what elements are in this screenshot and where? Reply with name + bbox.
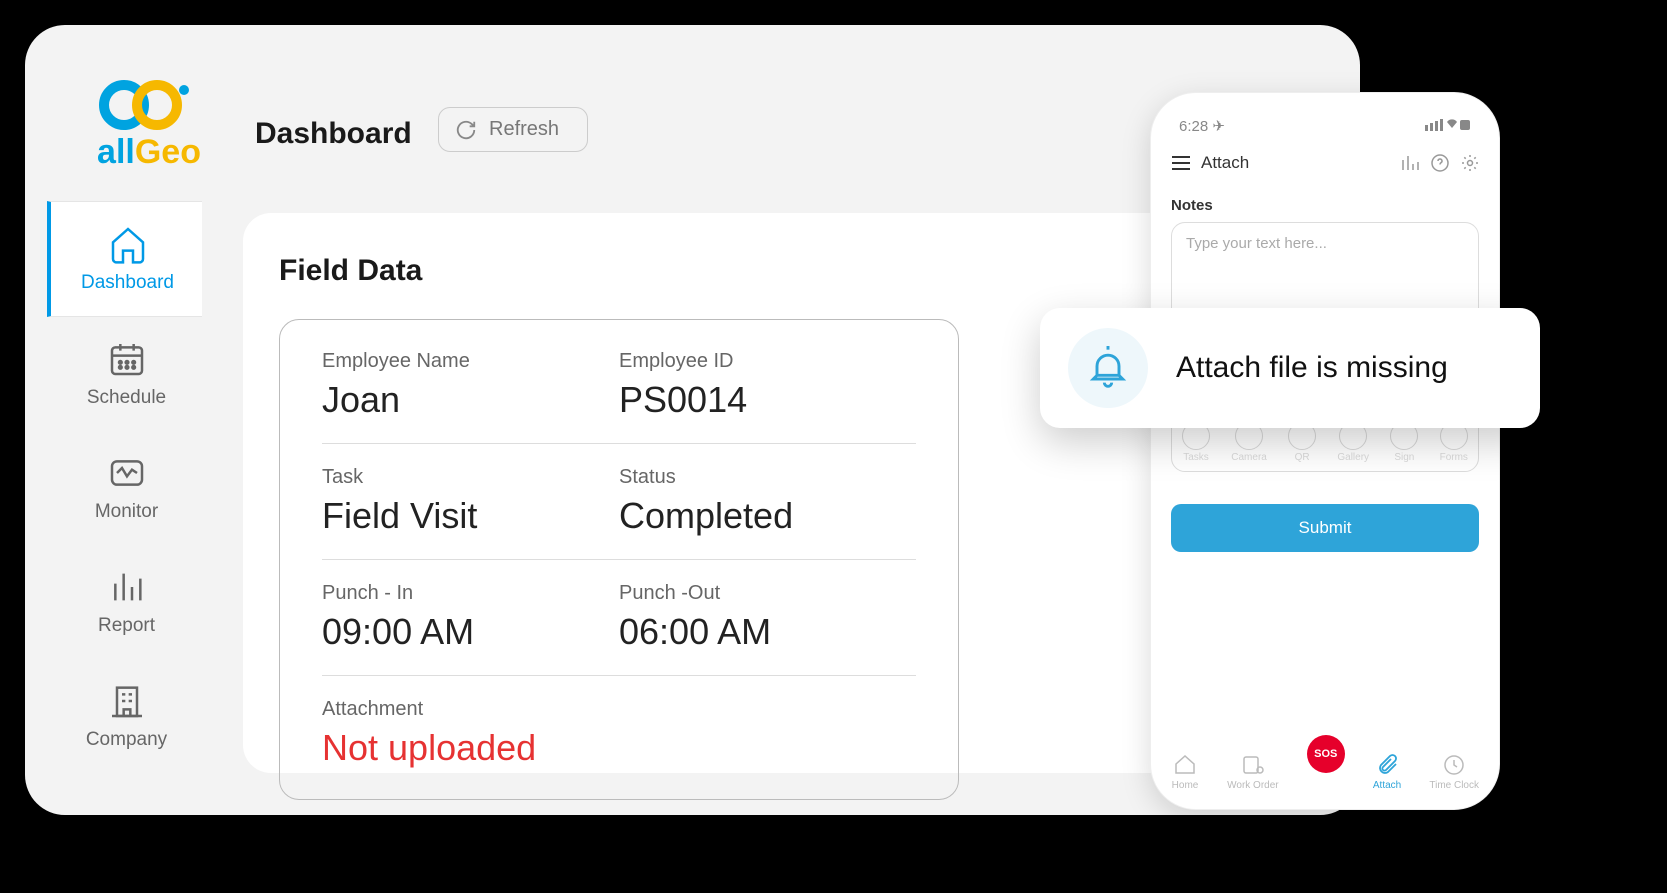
home-icon xyxy=(108,224,148,264)
attachment-value: Not uploaded xyxy=(322,727,916,769)
phone-screen-title: Attach xyxy=(1201,153,1249,173)
gear-icon[interactable] xyxy=(1461,154,1479,172)
refresh-button[interactable]: Refresh xyxy=(438,107,588,152)
punch-in-label: Punch - In xyxy=(322,582,619,605)
bell-icon xyxy=(1068,328,1148,408)
notification-toast: Attach file is missing xyxy=(1040,308,1540,428)
phone-statusbar: 6:28 ✈ xyxy=(1171,117,1479,135)
sidebar-item-report[interactable]: Report xyxy=(49,545,204,659)
sidebar: Dashboard Schedule Monitor Report Compan… xyxy=(49,201,204,773)
task-label: Task xyxy=(322,466,619,489)
attach-camera[interactable]: Camera xyxy=(1231,422,1267,463)
attach-sign[interactable]: Sign xyxy=(1390,422,1418,463)
nav-workorder[interactable]: Work Order xyxy=(1227,753,1279,791)
report-icon xyxy=(107,567,147,607)
attach-icon-row: Tasks Camera QR Gallery Sign Forms xyxy=(1182,422,1468,463)
clock-icon xyxy=(1440,753,1468,777)
employee-id-label: Employee ID xyxy=(619,350,916,373)
submit-button[interactable]: Submit xyxy=(1171,504,1479,552)
attach-gallery[interactable]: Gallery xyxy=(1337,422,1369,463)
sidebar-item-schedule[interactable]: Schedule xyxy=(49,317,204,431)
punch-out-value: 06:00 AM xyxy=(619,611,916,653)
sidebar-label: Company xyxy=(86,729,167,751)
workorder-icon xyxy=(1239,753,1267,777)
status-label: Status xyxy=(619,466,916,489)
refresh-icon xyxy=(455,119,477,141)
phone-time: 6:28 ✈ xyxy=(1179,117,1225,135)
punch-in-value: 09:00 AM xyxy=(322,611,619,653)
phone-mockup: 6:28 ✈ Attach Notes Type your text here.… xyxy=(1150,92,1500,810)
employee-name-value: Joan xyxy=(322,379,619,421)
notes-placeholder: Type your text here... xyxy=(1186,235,1327,252)
svg-text:allGeo: allGeo xyxy=(97,133,201,171)
building-icon xyxy=(107,681,147,721)
help-icon[interactable] xyxy=(1431,154,1449,172)
calendar-icon xyxy=(107,339,147,379)
task-value: Field Visit xyxy=(322,495,619,537)
nav-timeclock[interactable]: Time Clock xyxy=(1429,753,1479,791)
sidebar-label: Monitor xyxy=(95,501,158,523)
brand-logo: allGeo xyxy=(89,73,209,178)
home-icon xyxy=(1171,753,1199,777)
chart-icon[interactable] xyxy=(1401,154,1419,172)
sidebar-label: Report xyxy=(98,615,155,637)
punch-out-label: Punch -Out xyxy=(619,582,916,605)
attach-qr[interactable]: QR xyxy=(1288,422,1316,463)
attach-forms[interactable]: Forms xyxy=(1440,422,1468,463)
page-title: Dashboard xyxy=(255,117,412,151)
employee-id-value: PS0014 xyxy=(619,379,916,421)
sidebar-label: Dashboard xyxy=(81,272,174,294)
field-data-box: Employee Name Joan Employee ID PS0014 Ta… xyxy=(279,319,959,800)
monitor-icon xyxy=(107,453,147,493)
notes-label: Notes xyxy=(1171,197,1479,214)
paperclip-icon xyxy=(1373,753,1401,777)
sidebar-item-dashboard[interactable]: Dashboard xyxy=(47,201,202,317)
toast-message: Attach file is missing xyxy=(1176,351,1448,385)
phone-bottom-nav: Home Work Order SOS Attach Time Clock xyxy=(1171,753,1479,791)
phone-indicators xyxy=(1425,118,1471,135)
employee-name-label: Employee Name xyxy=(322,350,619,373)
hamburger-icon[interactable] xyxy=(1171,155,1191,171)
sidebar-item-monitor[interactable]: Monitor xyxy=(49,431,204,545)
nav-home[interactable]: Home xyxy=(1171,753,1199,791)
card-title: Field Data xyxy=(279,254,422,288)
refresh-label: Refresh xyxy=(489,118,559,141)
attachment-label: Attachment xyxy=(322,698,916,721)
nav-attach[interactable]: Attach xyxy=(1373,753,1401,791)
status-value: Completed xyxy=(619,495,916,537)
sos-button[interactable]: SOS xyxy=(1307,735,1345,773)
attach-tasks[interactable]: Tasks xyxy=(1182,422,1210,463)
sidebar-label: Schedule xyxy=(87,387,166,409)
sidebar-item-company[interactable]: Company xyxy=(49,659,204,773)
